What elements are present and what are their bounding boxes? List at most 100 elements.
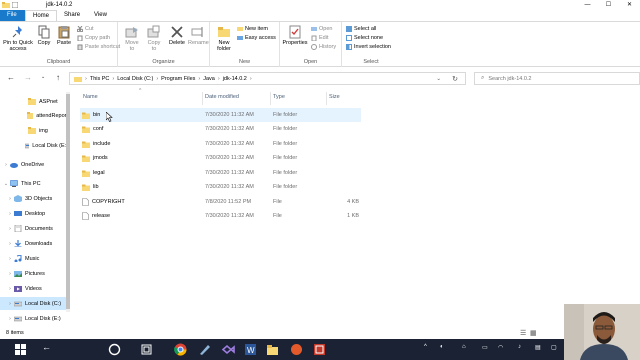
word-icon[interactable]: W	[244, 343, 257, 356]
file-row[interactable]: include 7/30/2020 11:32 AM File folder	[80, 137, 361, 151]
paste-shortcut-button[interactable]: Paste shortcut	[77, 43, 120, 51]
details-view-icon[interactable]: ☰	[520, 328, 526, 339]
app-icon[interactable]	[290, 343, 303, 356]
file-row[interactable]: jmods 7/30/2020 11:32 AM File folder	[80, 151, 361, 165]
back-arrow-icon[interactable]: ←	[42, 342, 51, 352]
system-tray-icon[interactable]: ◐	[440, 344, 444, 350]
minimize-button[interactable]: —	[577, 0, 598, 10]
tab-share[interactable]: Share	[57, 10, 87, 21]
chrome-icon[interactable]	[174, 343, 187, 356]
select-all-button[interactable]: Select all	[346, 25, 376, 33]
close-button[interactable]: ✕	[619, 0, 640, 10]
sidebar-item-pictures[interactable]: › Pictures	[0, 267, 68, 280]
sidebar-item-videos[interactable]: › Videos	[0, 282, 68, 295]
invert-selection-button[interactable]: Invert selection	[346, 43, 391, 51]
sidebar-item-local-disk-e[interactable]: ›Local Disk (E:)	[0, 139, 68, 152]
sidebar-item-this-pc[interactable]: ⌄ This PC	[0, 177, 68, 190]
file-explorer-icon[interactable]	[266, 343, 279, 356]
chevron-right-icon[interactable]: ›	[6, 211, 14, 217]
sidebar-item-music[interactable]: › Music	[0, 252, 68, 265]
copy-to-button[interactable]: Copy to	[145, 25, 163, 52]
file-row[interactable]: conf 7/30/2020 11:32 AM File folder	[80, 122, 361, 136]
rename-button[interactable]: Rename	[188, 25, 209, 46]
tab-view[interactable]: View	[87, 10, 114, 21]
edit-button[interactable]: Edit	[311, 34, 328, 42]
battery-icon[interactable]: ▭	[482, 344, 488, 351]
sidebar-item-onedrive[interactable]: › OneDrive	[0, 158, 68, 171]
breadcrumb-program-files[interactable]: Program Files	[161, 76, 195, 82]
paste-button[interactable]: Paste	[55, 25, 73, 46]
properties-button[interactable]: Properties	[282, 25, 308, 46]
chevron-up-icon[interactable]: ^	[424, 344, 427, 350]
tab-file[interactable]: File	[0, 10, 25, 21]
sidebar-item-desktop[interactable]: › Desktop	[0, 207, 68, 220]
chevron-right-icon[interactable]: ›	[6, 316, 14, 322]
column-type[interactable]: Type	[273, 94, 285, 100]
breadcrumb-jdk[interactable]: jdk-14.0.2	[223, 76, 247, 82]
task-view-icon[interactable]	[140, 343, 153, 356]
app-icon[interactable]	[313, 343, 326, 356]
open-button[interactable]: Open	[311, 25, 332, 33]
recent-locations-icon[interactable]: ⌄	[41, 73, 45, 82]
wifi-icon[interactable]: ◠	[498, 344, 503, 351]
forward-arrow-icon[interactable]: →	[24, 73, 32, 82]
pin-quick-access-button[interactable]: Pin to Quick access	[2, 25, 34, 52]
chat-icon[interactable]: ▢	[551, 344, 557, 351]
copy-path-button[interactable]: Copy path	[77, 34, 110, 42]
chevron-right-icon[interactable]: ›	[6, 241, 14, 247]
back-arrow-icon[interactable]: ←	[7, 73, 15, 82]
file-row[interactable]: COPYRIGHT 7/8/2020 11:52 PM File 4 KB	[80, 195, 361, 209]
sidebar-item-aspnet[interactable]: ›ASPnet	[0, 95, 68, 108]
chevron-right-icon[interactable]: ›	[6, 196, 14, 202]
breadcrumb-this-pc[interactable]: This PC	[90, 76, 110, 82]
chevron-right-icon[interactable]: ›	[6, 256, 14, 262]
large-icons-view-icon[interactable]: ▦	[530, 328, 537, 339]
column-date-modified[interactable]: Date modified	[205, 94, 239, 100]
chevron-right-icon[interactable]: ›	[6, 226, 14, 232]
file-row[interactable]: legal 7/30/2020 11:32 AM File folder	[80, 166, 361, 180]
address-dropdown-icon[interactable]: ⌄	[436, 76, 441, 82]
tab-home[interactable]: Home	[25, 10, 58, 21]
column-size[interactable]: Size	[329, 94, 340, 100]
sidebar-item-local-disk-e[interactable]: ›Local Disk (E:)	[0, 312, 68, 325]
sidebar-item-3d-objects[interactable]: › 3D Objects	[0, 192, 68, 205]
move-to-button[interactable]: Move to	[123, 25, 141, 52]
sidebar-item-downloads[interactable]: › Downloads	[0, 237, 68, 250]
quick-access-toolbar-icon[interactable]	[12, 2, 20, 9]
up-arrow-icon[interactable]: ↑	[56, 73, 60, 82]
sidebar-item-local-disk-c[interactable]: › Local Disk (C:)	[0, 297, 68, 310]
chevron-right-icon[interactable]: ⌄	[2, 181, 10, 187]
chevron-right-icon[interactable]: ›	[6, 301, 14, 307]
easy-access-button[interactable]: Easy access	[237, 34, 276, 42]
windows-start-icon[interactable]	[14, 343, 27, 356]
delete-button[interactable]: Delete	[168, 25, 186, 46]
cut-button[interactable]: Cut	[77, 25, 94, 33]
column-name[interactable]: Name	[83, 94, 98, 100]
volume-icon[interactable]: ♪	[518, 344, 521, 350]
history-button[interactable]: History	[311, 43, 336, 51]
chevron-right-icon[interactable]: ›	[6, 286, 14, 292]
sidebar-item-documents[interactable]: › Documents	[0, 222, 68, 235]
sidebar-item-img[interactable]: ›img	[0, 124, 68, 137]
chevron-right-icon[interactable]: ›	[6, 271, 14, 277]
column-divider[interactable]	[326, 92, 327, 105]
new-item-button[interactable]: New item	[237, 25, 268, 33]
breadcrumb-local-disk-c[interactable]: Local Disk (C:)	[117, 76, 153, 82]
visual-studio-icon[interactable]	[222, 343, 235, 356]
cortana-circle-icon[interactable]	[108, 343, 121, 356]
breadcrumb-java[interactable]: Java	[203, 76, 215, 82]
file-row[interactable]: bin 7/30/2020 11:32 AM File folder	[80, 108, 361, 122]
file-row[interactable]: release 7/30/2020 11:32 AM File 1 KB	[80, 209, 361, 223]
keyboard-icon[interactable]: ▤	[535, 344, 541, 351]
file-row[interactable]: lib 7/30/2020 11:32 AM File folder	[80, 180, 361, 194]
search-box[interactable]: ⌕ Search jdk-14.0.2	[474, 72, 640, 85]
copy-button[interactable]: Copy	[36, 25, 52, 46]
address-bar[interactable]: › This PC › Local Disk (C:) › Program Fi…	[69, 72, 466, 85]
new-folder-button[interactable]: New folder	[213, 25, 235, 52]
column-divider[interactable]	[270, 92, 271, 105]
refresh-icon[interactable]: ↻	[452, 75, 458, 83]
network-icon[interactable]: ⌂	[462, 344, 466, 350]
app-icon[interactable]	[198, 343, 211, 356]
chevron-right-icon[interactable]: ›	[2, 162, 10, 168]
select-none-button[interactable]: Select none	[346, 34, 383, 42]
